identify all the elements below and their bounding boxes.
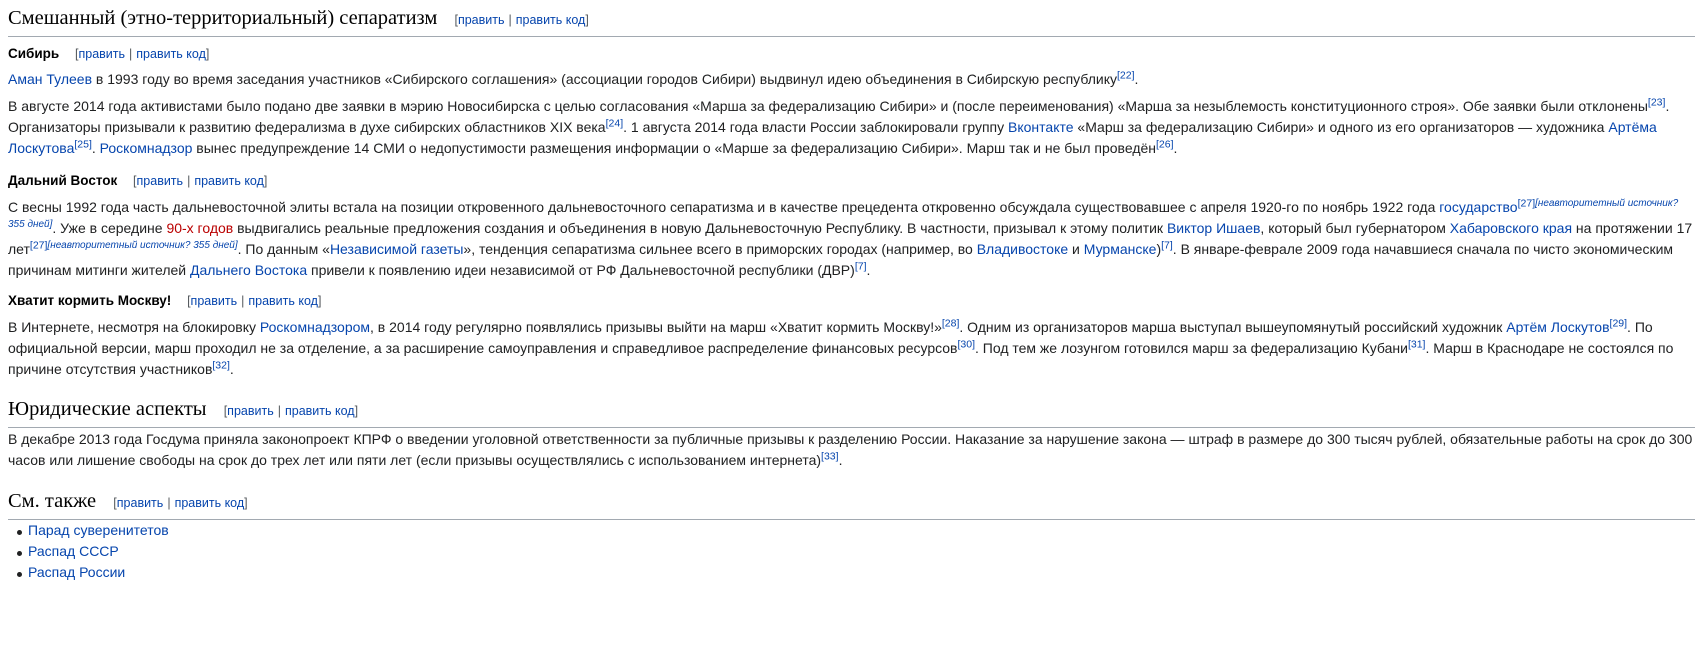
link-vladivostok[interactable]: Владивостоке [977,241,1068,257]
edit-links: [править | править код] [187,294,322,308]
link-parade-of-sovereignties[interactable]: Парад суверенитетов [28,522,169,538]
unreliable-source-note: [неавторитетный источник? 355 дней] [47,240,238,252]
edit-code-link[interactable]: править код [175,496,245,510]
edit-link[interactable]: править [191,294,238,308]
see-also-list: Парад суверенитетов Распад СССР Распад Р… [8,520,1695,583]
link-khabarovsk-krai[interactable]: Хабаровского края [1450,220,1572,236]
reference-26: [26] [1156,138,1174,151]
edit-links: [править | править код] [223,404,359,418]
reference-28: [28] [941,317,960,330]
reference-23: [23] [1647,96,1666,109]
reference-33: [33] [821,450,839,463]
edit-link[interactable]: править [458,13,505,27]
list-item: Парад суверенитетов [8,520,1695,541]
link-state[interactable]: государство [1439,199,1517,215]
reference-27: [27] [29,239,48,252]
reference-22: [22] [1117,69,1135,82]
reference-24: [24] [605,117,624,130]
edit-links: [править | править код] [75,47,210,61]
section-title: Смешанный (этно-территориальный) сепарат… [8,7,438,29]
paragraph-far-east: С весны 1992 года часть дальневосточной … [8,197,1693,278]
section-heading-see-also: См. также [править | править код] [8,489,1695,520]
paragraph-siberia-1: Аман Тулеев в 1993 году во время заседан… [8,69,1139,87]
edit-link[interactable]: править [137,174,184,188]
edit-link[interactable]: править [117,496,164,510]
reference-31: [31] [1407,338,1426,351]
section-title: См. также [8,490,97,512]
link-far-east[interactable]: Дальнего Востока [190,262,307,278]
subsection-title: Хватит кормить Москву! [8,293,172,308]
subsection-heading-far-east: Дальний Восток [править | править код] [8,171,1695,191]
link-roskomnadzor[interactable]: Роскомнадзором [260,319,370,335]
subsection-heading-siberia: Сибирь [править | править код] [8,44,1695,64]
edit-link[interactable]: править [78,47,125,61]
reference-7: [7] [854,260,867,273]
link-viktor-ishaev[interactable]: Виктор Ишаев [1167,220,1260,236]
paragraph-legal-aspects: В декабре 2013 года Госдума приняла зако… [8,431,1693,468]
link-dissolution-russia[interactable]: Распад России [28,564,125,580]
reference-27: [27] [1517,197,1536,210]
edit-code-link[interactable]: править код [248,294,318,308]
edit-links: [править | править код] [113,496,248,510]
link-roskomnadzor[interactable]: Роскомнадзор [100,140,193,156]
edit-code-link[interactable]: править код [516,13,586,27]
edit-link[interactable]: править [227,404,274,418]
paragraph-stop-feeding-moscow: В Интернете, несмотря на блокировку Роск… [8,317,1674,377]
paragraph-siberia-2: В августе 2014 года активистами было под… [8,96,1670,156]
subsection-title: Дальний Восток [8,173,118,188]
reference-30: [30] [957,338,975,351]
link-90s[interactable]: 90-х годов [166,220,233,236]
article-content: Смешанный (этно-территориальный) сепарат… [0,0,1703,652]
edit-links: [править | править код] [133,174,268,188]
reference-32: [32] [212,359,230,372]
link-dissolution-ussr[interactable]: Распад СССР [28,543,119,559]
link-artem-loskutov[interactable]: Артём Лоскутов [1506,319,1609,335]
subsection-title: Сибирь [8,46,60,61]
list-item: Распад России [8,562,1695,583]
link-aman-tuleev[interactable]: Аман Тулеев [8,71,92,87]
link-vkontakte[interactable]: Вконтакте [1008,119,1074,135]
edit-code-link[interactable]: править код [194,174,264,188]
edit-links: [править | править код] [454,13,589,27]
section-heading-legal-aspects: Юридические аспекты [править | править код… [8,397,1695,428]
reference-25: [25] [74,138,92,151]
edit-code-link[interactable]: править код [136,47,206,61]
section-heading-mixed-separatism: Смешанный (этно-территориальный) сепарат… [8,6,1695,37]
section-title: Юридические аспекты [8,398,207,420]
subsection-heading-stop-feeding-moscow: Хватит кормить Москву! [править | править … [8,291,1695,311]
edit-code-link[interactable]: править код [285,404,355,418]
reference-29: [29] [1609,317,1628,330]
list-item: Распад СССР [8,541,1695,562]
link-nezavisimaya-gazeta[interactable]: Независимой газеты [330,241,463,257]
link-murmansk[interactable]: Мурманске [1084,241,1157,257]
reference-7: [7] [1161,239,1173,252]
